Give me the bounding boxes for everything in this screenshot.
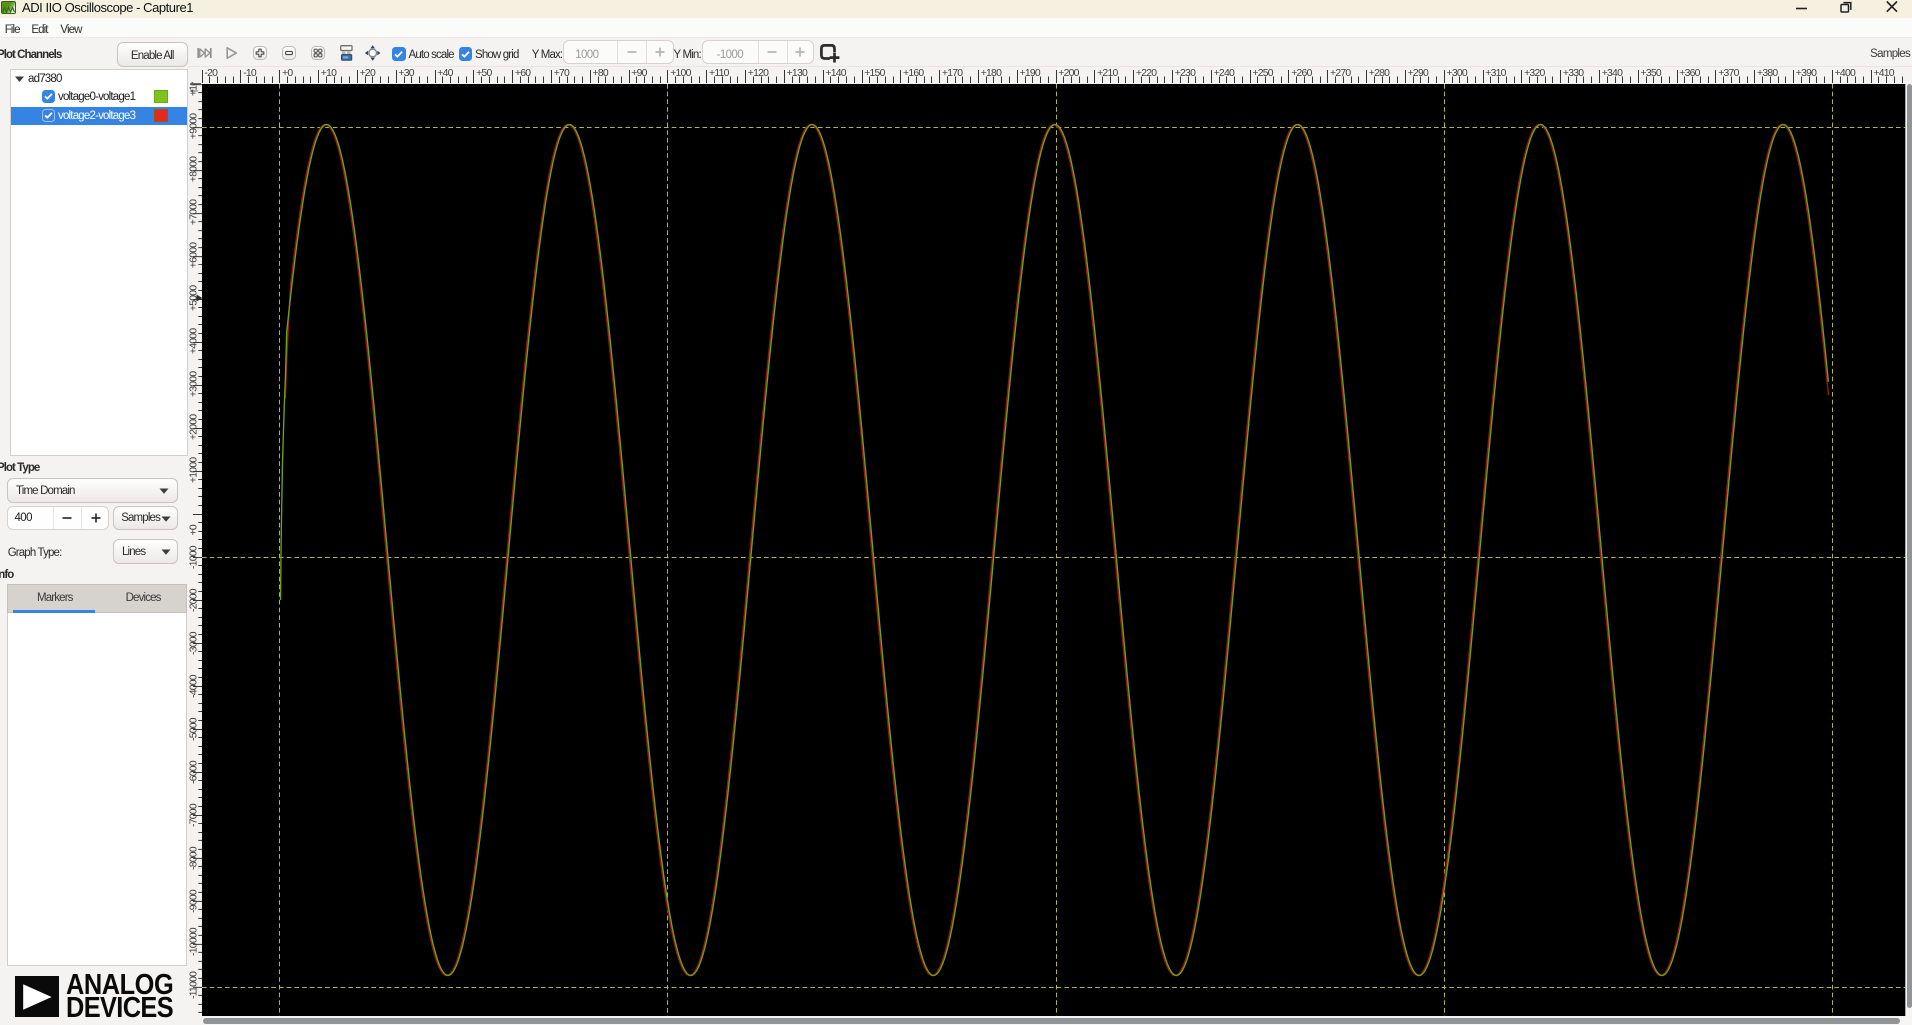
svg-text:+340: +340 <box>1602 68 1623 79</box>
svg-text:-20: -20 <box>204 68 218 79</box>
svg-text:+150: +150 <box>864 68 885 79</box>
svg-text:-7000: -7000 <box>189 803 200 827</box>
svg-text:+10: +10 <box>321 68 337 79</box>
svg-text:-4000: -4000 <box>189 674 200 698</box>
svg-text:+380: +380 <box>1757 68 1778 79</box>
svg-text:+270: +270 <box>1330 68 1351 79</box>
svg-text:+310: +310 <box>1485 68 1506 79</box>
svg-text:+0: +0 <box>282 68 293 79</box>
svg-text:-3000: -3000 <box>189 631 200 655</box>
svg-text:+8000: +8000 <box>189 156 200 182</box>
svg-text:+180: +180 <box>981 68 1002 79</box>
svg-text:+4000: +4000 <box>189 328 200 354</box>
svg-text:+220: +220 <box>1136 68 1157 79</box>
svg-text:-8000: -8000 <box>189 846 200 870</box>
svg-text:+110: +110 <box>709 68 730 79</box>
svg-text:+70: +70 <box>554 68 570 79</box>
svg-text:+20: +20 <box>360 68 376 79</box>
svg-text:+7000: +7000 <box>189 199 200 225</box>
svg-text:+320: +320 <box>1524 68 1545 79</box>
svg-text:+90: +90 <box>631 68 647 79</box>
svg-text:+190: +190 <box>1020 68 1041 79</box>
svg-text:+280: +280 <box>1369 68 1390 79</box>
svg-text:+50: +50 <box>476 68 492 79</box>
svg-text:+6000: +6000 <box>189 242 200 268</box>
svg-text:+2000: +2000 <box>189 414 200 440</box>
svg-text:-10000: -10000 <box>189 927 200 956</box>
svg-text:+100: +100 <box>670 68 691 79</box>
svg-text:+60: +60 <box>515 68 531 79</box>
svg-text:-9000: -9000 <box>189 889 200 913</box>
svg-text:+140: +140 <box>825 68 846 79</box>
svg-text:+260: +260 <box>1291 68 1312 79</box>
svg-text:+410: +410 <box>1873 68 1894 79</box>
svg-text:+170: +170 <box>942 68 963 79</box>
svg-text:+230: +230 <box>1175 68 1196 79</box>
svg-text:-6000: -6000 <box>189 760 200 784</box>
svg-text:+360: +360 <box>1679 68 1700 79</box>
svg-text:-1000: -1000 <box>189 545 200 569</box>
svg-text:+400: +400 <box>1835 68 1856 79</box>
svg-text:+80: +80 <box>593 68 609 79</box>
svg-text:+160: +160 <box>903 68 924 79</box>
svg-text:+250: +250 <box>1252 68 1273 79</box>
svg-text:+0: +0 <box>189 524 200 535</box>
svg-text:+330: +330 <box>1563 68 1584 79</box>
svg-text:+40: +40 <box>437 68 453 79</box>
svg-text:+120: +120 <box>748 68 769 79</box>
svg-text:+130: +130 <box>787 68 808 79</box>
svg-text:-2000: -2000 <box>189 588 200 612</box>
svg-text:+30: +30 <box>398 68 414 79</box>
svg-text:-10: -10 <box>243 68 257 79</box>
svg-text:+300: +300 <box>1447 68 1468 79</box>
svg-text:-11000: -11000 <box>189 971 200 999</box>
svg-text:+1000: +1000 <box>189 457 200 483</box>
svg-text:+210: +210 <box>1097 68 1118 79</box>
svg-text:+290: +290 <box>1408 68 1429 79</box>
svg-text:+240: +240 <box>1214 68 1235 79</box>
svg-text:+3000: +3000 <box>189 371 200 397</box>
svg-text:-5000: -5000 <box>189 717 200 741</box>
svg-text:+9000: +9000 <box>189 113 200 139</box>
svg-text:+350: +350 <box>1641 68 1662 79</box>
svg-text:+370: +370 <box>1718 68 1739 79</box>
svg-text:+200: +200 <box>1058 68 1079 79</box>
svg-text:+390: +390 <box>1796 68 1817 79</box>
